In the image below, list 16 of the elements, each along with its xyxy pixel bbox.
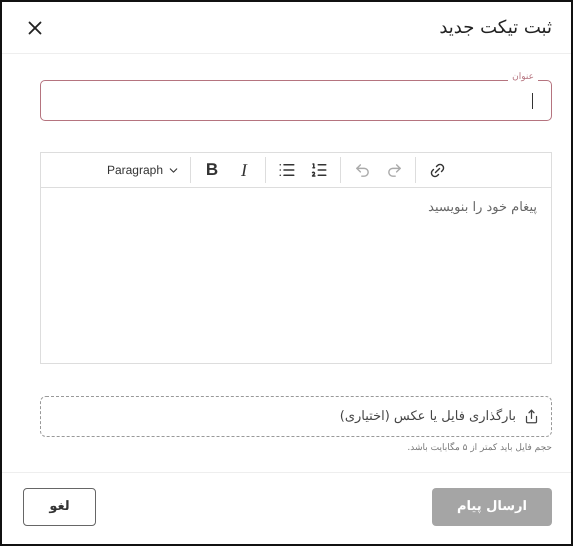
paragraph-dropdown[interactable]: Paragraph — [104, 157, 183, 183]
cancel-button[interactable]: لغو — [23, 488, 96, 526]
dialog-title: ثبت تیکت جدید — [439, 17, 552, 38]
title-field[interactable] — [40, 80, 552, 121]
italic-button[interactable]: I — [230, 157, 258, 183]
editor-placeholder: پیغام خود را بنویسید — [428, 200, 537, 215]
undo-icon — [354, 162, 370, 178]
upload-button[interactable]: بارگذاری فایل یا عکس (اختیاری) — [40, 396, 552, 437]
redo-icon — [386, 162, 402, 178]
bullet-list-icon — [278, 161, 296, 179]
upload-icon — [524, 409, 539, 424]
field-label: عنوان — [508, 72, 538, 82]
upload-hint: حجم فایل باید کمتر از ۵ مگابایت باشد. — [406, 443, 552, 453]
text-cursor — [532, 92, 533, 108]
bold-button[interactable]: B — [198, 157, 226, 183]
numbered-list-icon — [310, 161, 328, 179]
